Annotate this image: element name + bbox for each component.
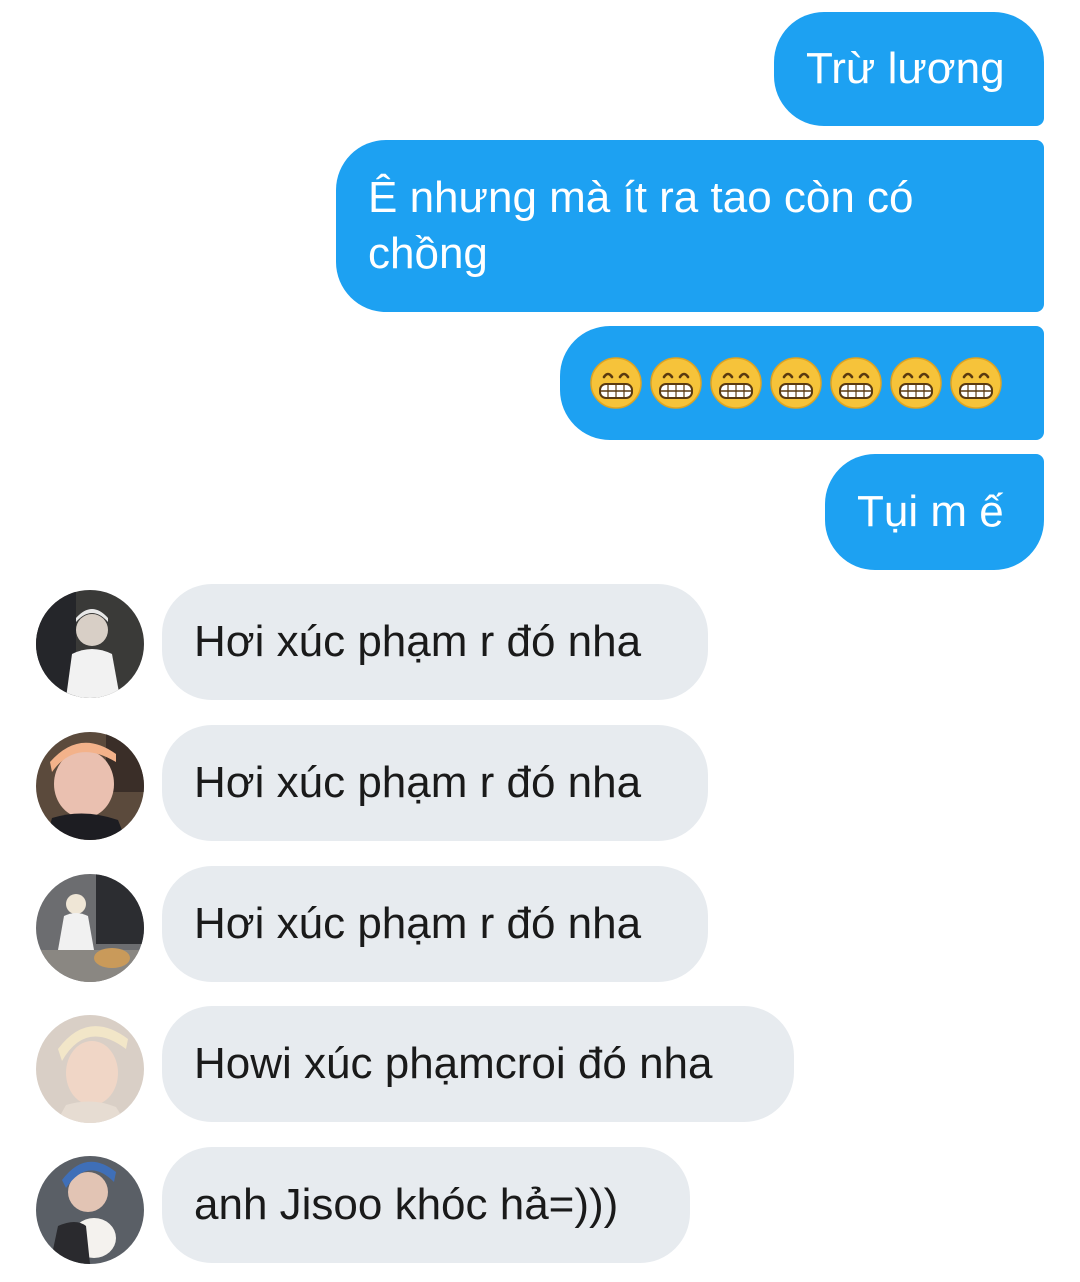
- received-message[interactable]: Howi xúc phạmcroi đó nha: [162, 1006, 794, 1122]
- grinning-face-emoji-icon: [830, 357, 882, 409]
- grinning-face-emoji-icon: [650, 357, 702, 409]
- received-message[interactable]: Hơi xúc phạm r đó nha: [162, 584, 708, 700]
- sent-message-emoji[interactable]: [560, 326, 1044, 440]
- avatar-photo: [36, 1156, 144, 1264]
- message-text: Hơi xúc phạm r đó nha: [194, 617, 642, 666]
- grinning-face-emoji-icon: [890, 357, 942, 409]
- avatar-photo: [36, 590, 144, 698]
- grinning-face-emoji-icon: [710, 357, 762, 409]
- avatar-user-3[interactable]: [36, 874, 144, 982]
- message-text: anh Jisoo khóc hả=))): [194, 1180, 619, 1229]
- avatar-user-5[interactable]: [36, 1156, 144, 1264]
- received-message[interactable]: anh Jisoo khóc hả=))): [162, 1147, 690, 1263]
- sent-message[interactable]: Tụi m ế: [825, 454, 1044, 570]
- avatar-user-1[interactable]: [36, 590, 144, 698]
- message-text: Hơi xúc phạm r đó nha: [194, 899, 642, 948]
- received-message[interactable]: Hơi xúc phạm r đó nha: [162, 866, 708, 982]
- avatar-user-2[interactable]: [36, 732, 144, 840]
- sent-message[interactable]: Ê nhưng mà ít ra tao còn có chồng: [336, 140, 1044, 312]
- avatar-photo: [36, 874, 144, 982]
- grinning-face-emoji-icon: [590, 357, 642, 409]
- avatar-photo: [36, 732, 144, 840]
- message-text: Trừ lương: [806, 44, 1005, 93]
- sent-message[interactable]: Trừ lương: [774, 12, 1044, 126]
- received-message[interactable]: Hơi xúc phạm r đó nha: [162, 725, 708, 841]
- grinning-face-emoji-icon: [770, 357, 822, 409]
- avatar-user-4[interactable]: [36, 1015, 144, 1123]
- message-text: Hơi xúc phạm r đó nha: [194, 758, 642, 807]
- message-text: Tụi m ế: [857, 487, 1004, 536]
- message-text: Ê nhưng mà ít ra tao còn có chồng: [368, 173, 914, 278]
- emoji-row: [590, 357, 1002, 409]
- grinning-face-emoji-icon: [950, 357, 1002, 409]
- message-text: Howi xúc phạmcroi đó nha: [194, 1039, 713, 1088]
- avatar-photo: [36, 1015, 144, 1123]
